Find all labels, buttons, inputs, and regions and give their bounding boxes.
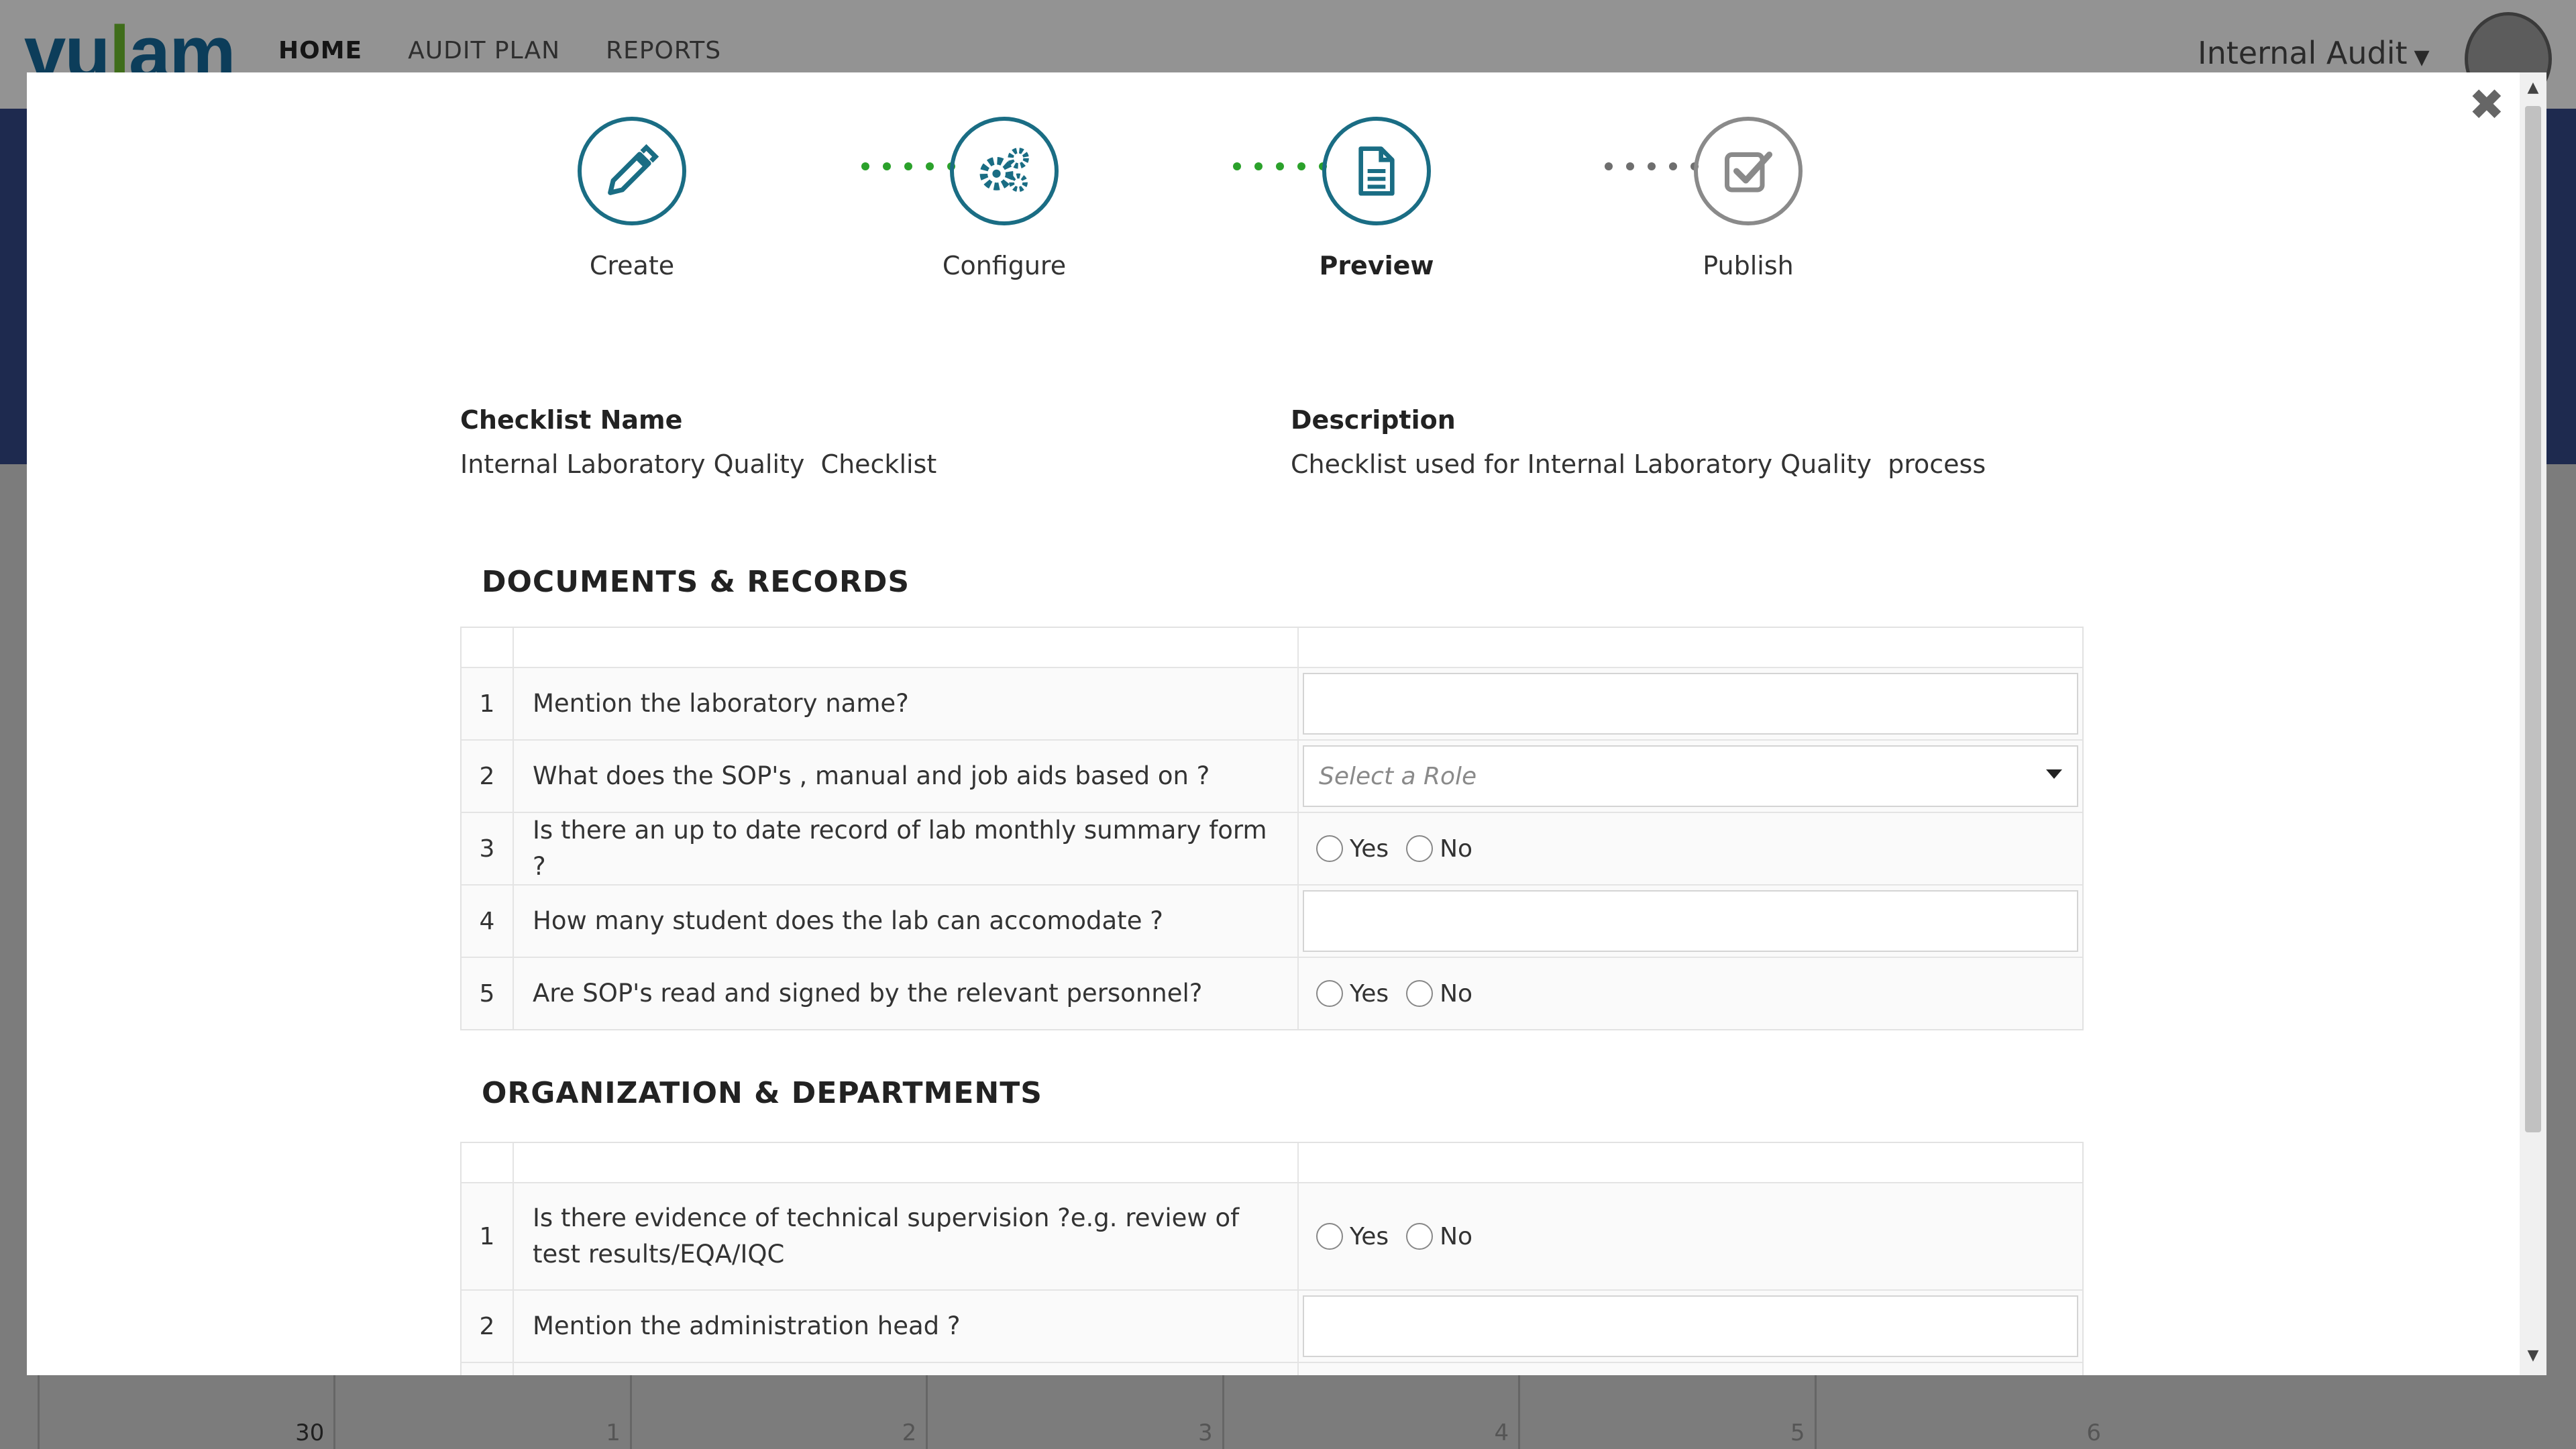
yes-no-radio-group: Yes No (1303, 835, 1472, 863)
radio-yes[interactable]: Yes (1316, 980, 1389, 1008)
user-menu[interactable]: Internal Audit ▼ (2198, 35, 2430, 71)
checklist-preview-modal: ✖ Create Configure Preview Publish Check… (27, 72, 2546, 1375)
answer-text-input[interactable] (1303, 1295, 2078, 1357)
table-row: 2 Mention the administration head ? (462, 1289, 2082, 1362)
chevron-down-icon (2046, 769, 2062, 779)
question-number: 1 (462, 1183, 514, 1289)
top-nav: HOME AUDIT PLAN REPORTS (278, 37, 721, 64)
calendar-cell: 1 (333, 1371, 629, 1449)
nav-home[interactable]: HOME (278, 37, 362, 64)
step-create[interactable]: Create (525, 117, 739, 280)
description-label: Description (1291, 405, 1456, 435)
yes-no-radio-group: Yes No (1303, 980, 1472, 1008)
role-select[interactable]: Select a Role (1303, 745, 2078, 807)
question-text: Are SOP's read and signed by the relevan… (514, 958, 1299, 1029)
table-row: 4 How many student does the lab can acco… (462, 884, 2082, 957)
step-label: Publish (1703, 251, 1794, 280)
calendar-cell: 5 (1518, 1371, 1814, 1449)
radio-no[interactable]: No (1406, 1223, 1472, 1250)
answer-text-input[interactable] (1303, 673, 2078, 735)
table-row (462, 1362, 2082, 1375)
question-text: Mention the laboratory name? (514, 668, 1299, 739)
yes-no-radio-group: Yes No (1303, 1223, 1472, 1250)
question-table: 1 Is there evidence of technical supervi… (460, 1142, 2084, 1375)
radio-circle[interactable] (1406, 835, 1434, 862)
nav-reports[interactable]: REPORTS (606, 37, 721, 64)
question-text: How many student does the lab can accomo… (514, 885, 1299, 957)
radio-circle[interactable] (1316, 1223, 1343, 1250)
modal-scrollbar[interactable]: ▲ ▼ (2520, 72, 2546, 1375)
question-number: 2 (462, 741, 514, 812)
answer-text-input[interactable] (1303, 890, 2078, 952)
radio-circle[interactable] (1406, 980, 1434, 1007)
gears-icon (950, 117, 1059, 225)
question-number: 4 (462, 885, 514, 957)
table-header-row (462, 628, 2082, 667)
step-label: Create (589, 251, 675, 280)
user-menu-label: Internal Audit (2198, 35, 2408, 71)
step-label: Configure (942, 251, 1067, 280)
description-value: Checklist used for Internal Laboratory Q… (1291, 449, 1986, 479)
radio-yes[interactable]: Yes (1316, 1223, 1389, 1250)
table-row: 3 Is there an up to date record of lab m… (462, 812, 2082, 884)
calendar-cell: 6 (1814, 1371, 2110, 1449)
question-text: Is there an up to date record of lab mon… (514, 813, 1299, 884)
table-row: 1 Mention the laboratory name? (462, 667, 2082, 739)
calendar-cell: 2 (629, 1371, 926, 1449)
close-icon[interactable]: ✖ (2469, 80, 2505, 130)
select-placeholder: Select a Role (1319, 762, 1477, 790)
checklist-name-value: Internal Laboratory Quality Checklist (460, 449, 937, 479)
step-label: Preview (1319, 251, 1434, 280)
scrollbar-thumb[interactable] (2525, 106, 2541, 1132)
scroll-down-icon[interactable]: ▼ (2520, 1347, 2546, 1364)
radio-circle[interactable] (1406, 1223, 1434, 1250)
calendar-cell: 3 (926, 1371, 1222, 1449)
question-number: 5 (462, 958, 514, 1029)
caret-down-icon: ▼ (2414, 46, 2430, 69)
pencil-icon (578, 117, 686, 225)
table-row: 1 Is there evidence of technical supervi… (462, 1182, 2082, 1289)
checkbox-icon (1694, 117, 1803, 225)
table-row: 2 What does the SOP's , manual and job a… (462, 739, 2082, 812)
question-number: 3 (462, 813, 514, 884)
nav-audit-plan[interactable]: AUDIT PLAN (408, 37, 560, 64)
question-text: What does the SOP's , manual and job aid… (514, 741, 1299, 812)
radio-circle[interactable] (1316, 980, 1343, 1007)
radio-yes[interactable]: Yes (1316, 835, 1389, 863)
background-calendar: 30 1 2 3 4 5 6 (38, 1368, 2110, 1449)
table-row: 5 Are SOP's read and signed by the relev… (462, 957, 2082, 1029)
scroll-up-icon[interactable]: ▲ (2520, 79, 2546, 96)
question-number: 1 (462, 668, 514, 739)
section-title: DOCUMENTS & RECORDS (482, 565, 910, 599)
document-icon (1322, 117, 1431, 225)
section-title: ORGANIZATION & DEPARTMENTS (482, 1076, 1042, 1110)
question-text: Is there evidence of technical supervisi… (514, 1183, 1299, 1289)
radio-no[interactable]: No (1406, 980, 1472, 1008)
step-preview[interactable]: Preview (1269, 117, 1484, 280)
calendar-cell: 30 (38, 1371, 333, 1449)
checklist-name-label: Checklist Name (460, 405, 683, 435)
step-publish[interactable]: Publish (1641, 117, 1856, 280)
calendar-cell: 4 (1222, 1371, 1518, 1449)
radio-no[interactable]: No (1406, 835, 1472, 863)
step-configure[interactable]: Configure (897, 117, 1112, 280)
radio-circle[interactable] (1316, 835, 1343, 862)
question-number: 2 (462, 1291, 514, 1362)
question-table: 1 Mention the laboratory name? 2 What do… (460, 627, 2084, 1030)
table-header-row (462, 1143, 2082, 1182)
question-text: Mention the administration head ? (514, 1291, 1299, 1362)
